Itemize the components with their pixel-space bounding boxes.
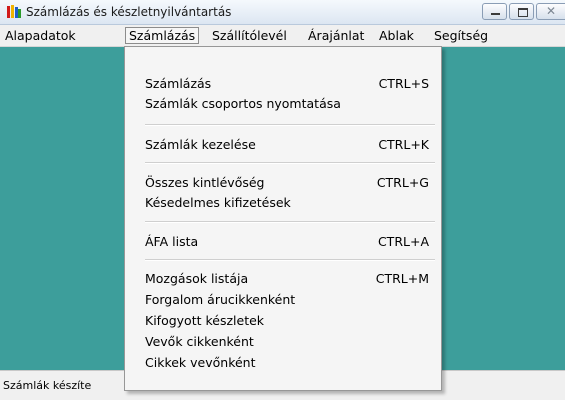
minimize-icon [491,13,500,15]
menu-segitseg[interactable]: Segítség [431,27,491,44]
shortcut-osszes-kintlevoseg: CTRL+G [376,175,429,190]
window-title: Számlázás és készletnyilvántartás [26,5,232,19]
maximize-icon [518,8,528,17]
app-icon [6,4,22,20]
status-text: Számlák készíte [3,379,92,392]
menu-alapadatok[interactable]: Alapadatok [2,27,79,44]
menu-szamlazas[interactable]: Számlázás [125,27,200,44]
menu-item-afa-lista[interactable]: ÁFA lista [145,234,198,249]
shortcut-szamlazas: CTRL+S [378,76,429,91]
menu-szallitolevel[interactable]: Szállítólevél [209,27,290,44]
app-window: Számlázás és készletnyilvántartás ✕ Alap… [0,0,565,400]
shortcut-szamlak-kezelese: CTRL+K [378,137,429,152]
menu-item-cikkek-vevonkent[interactable]: Cikkek vevőnként [145,355,256,370]
menu-item-mozgasok-listaja[interactable]: Mozgások listája [145,271,248,286]
shortcut-mozgasok-listaja: CTRL+M [375,271,429,286]
menu-item-szamlazas[interactable]: Számlázás [145,76,211,91]
shortcut-afa-lista: CTRL+A [377,234,429,249]
menu-item-kesedelmes-kifizetesek[interactable]: Késedelmes kifizetések [145,195,291,210]
menu-separator [145,162,435,164]
menu-separator [145,259,435,261]
szamlazas-dropdown-menu: Számlázás CTRL+S Számlák csoportos nyomt… [124,46,442,391]
menu-item-forgalom-arucikkenkent[interactable]: Forgalom árucikkenként [145,292,295,307]
title-bar[interactable]: Számlázás és készletnyilvántartás ✕ [0,0,565,25]
menu-separator [145,124,435,126]
menu-ablak[interactable]: Ablak [376,27,417,44]
menu-bar: Alapadatok Számlázás Szállítólevél Árajá… [0,25,565,47]
menu-item-szamlak-kezelese[interactable]: Számlák kezelése [145,137,256,152]
minimize-button[interactable] [482,3,507,20]
menu-item-vevok-cikkenkent[interactable]: Vevők cikkenként [145,334,254,349]
menu-item-kifogyott-keszletek[interactable]: Kifogyott készletek [145,313,264,328]
close-button[interactable]: ✕ [536,3,565,20]
close-icon: ✕ [546,4,557,18]
maximize-button[interactable] [509,3,534,20]
menu-item-osszes-kintlevoseg[interactable]: Összes kintlévőség [145,175,264,190]
menu-item-csoportos-nyomtatas[interactable]: Számlák csoportos nyomtatása [145,96,341,111]
menu-separator [145,221,435,223]
menu-arajanlat[interactable]: Árajánlat [305,27,367,44]
